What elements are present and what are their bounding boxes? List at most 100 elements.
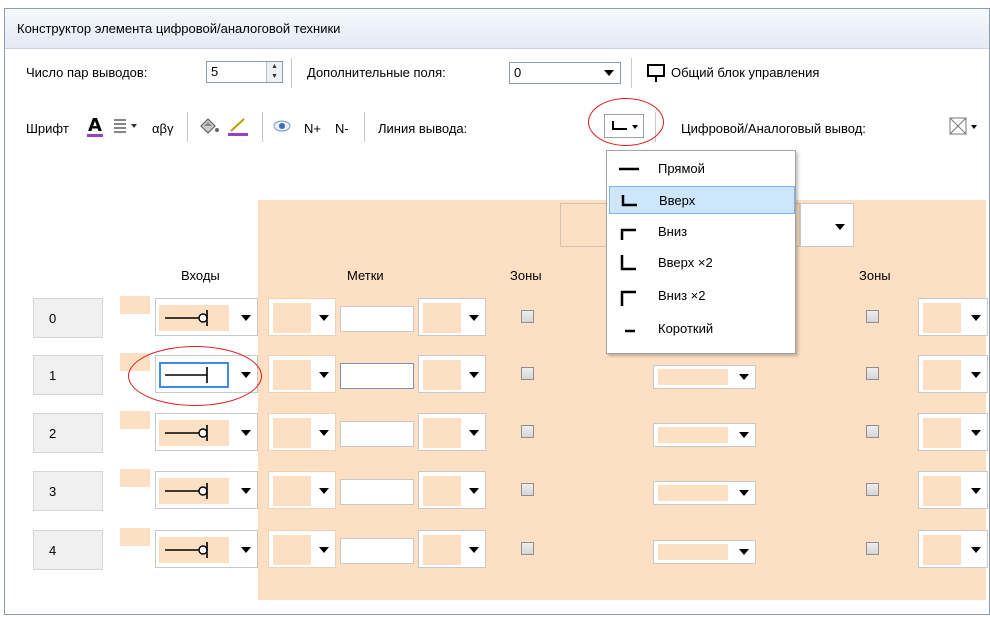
common-block-icon[interactable] — [645, 62, 667, 84]
menu-item-straight[interactable]: Прямой — [609, 155, 795, 183]
menu-item-up[interactable]: Вверх — [609, 186, 795, 214]
pin-pairs-label: Число пар выводов: — [26, 65, 148, 80]
input-pin-combo[interactable] — [155, 355, 258, 393]
label-style-combo[interactable] — [418, 355, 486, 393]
chevron-down-icon — [739, 374, 749, 380]
zone-checkbox-left[interactable] — [521, 367, 534, 380]
chevron-down-icon — [469, 315, 479, 321]
line-color-icon[interactable] — [226, 115, 252, 137]
row-number-text: 0 — [49, 311, 57, 326]
spin-up-icon[interactable]: ▲ — [267, 62, 282, 72]
pin-line-dropdown[interactable] — [604, 114, 644, 138]
common-block-label[interactable]: Общий блок управления — [671, 65, 819, 80]
pin-type-swatch — [273, 303, 311, 333]
zone-checkbox-left[interactable] — [521, 483, 534, 496]
pin-type-swatch — [273, 360, 311, 390]
row-number: 2 — [33, 413, 103, 453]
eye-icon[interactable] — [272, 116, 292, 136]
chevron-down-icon — [971, 372, 981, 378]
output-pin-combo[interactable] — [653, 365, 756, 389]
pin-label-input[interactable] — [340, 538, 414, 564]
zone-checkbox-right[interactable] — [866, 483, 879, 496]
output-pin-swatch — [658, 544, 728, 560]
label-style-combo[interactable] — [418, 471, 486, 509]
output-type-combo[interactable] — [918, 530, 988, 568]
spin-down-icon[interactable]: ▼ — [267, 72, 282, 82]
chevron-down-icon — [241, 547, 251, 553]
menu-item-down[interactable]: Вниз — [609, 218, 795, 246]
output-type-combo[interactable] — [918, 413, 988, 451]
pin-label-input[interactable] — [340, 306, 414, 332]
add-pin-button[interactable]: N+ — [304, 121, 321, 136]
pin-pairs-value: 5 — [211, 64, 219, 79]
pin-color-swatch[interactable] — [120, 296, 150, 314]
output-type-combo[interactable] — [918, 355, 988, 393]
separator — [262, 112, 263, 142]
output-type-combo[interactable] — [918, 298, 988, 336]
output-type-swatch — [923, 535, 961, 565]
menu-item-label: Прямой — [658, 161, 705, 176]
pin-color-swatch[interactable] — [120, 411, 150, 429]
spin-buttons[interactable]: ▲ ▼ — [266, 62, 282, 82]
separator — [187, 112, 188, 142]
output-pin-combo[interactable] — [653, 540, 756, 564]
output-pin-combo[interactable] — [653, 423, 756, 447]
label-style-combo[interactable] — [418, 413, 486, 451]
zone-checkbox-right[interactable] — [866, 425, 879, 438]
pin-symbol — [159, 537, 229, 563]
pin-pairs-spinner[interactable]: 5 ▲ ▼ — [206, 61, 283, 83]
menu-item-short[interactable]: Короткий — [609, 315, 795, 343]
pin-label-input[interactable] — [340, 363, 414, 389]
input-pin-combo[interactable] — [155, 471, 258, 509]
zone-checkbox-right[interactable] — [866, 542, 879, 555]
pin-type-combo[interactable] — [268, 471, 336, 509]
pin-type-combo[interactable] — [268, 355, 336, 393]
title-bar: Конструктор элемента цифровой/аналоговой… — [5, 9, 989, 49]
pin-type-combo[interactable] — [268, 298, 336, 336]
menu-item-up-x2[interactable]: Вверх ×2 — [609, 249, 795, 277]
pin-color-swatch[interactable] — [120, 353, 150, 371]
zone-checkbox-right[interactable] — [866, 310, 879, 323]
separator — [291, 58, 292, 88]
pin-label-input[interactable] — [340, 421, 414, 447]
remove-pin-button[interactable]: N- — [335, 121, 349, 136]
zone-checkbox-left[interactable] — [521, 425, 534, 438]
menu-item-label: Вверх ×2 — [658, 255, 713, 270]
input-pin-combo[interactable] — [155, 413, 258, 451]
pin-color-swatch[interactable] — [120, 528, 150, 546]
label-style-swatch — [423, 418, 461, 448]
pin-color-swatch[interactable] — [120, 469, 150, 487]
extra-fields-combo[interactable]: 0 — [509, 62, 621, 84]
pin-label-input[interactable] — [340, 479, 414, 505]
chevron-down-icon — [241, 372, 251, 378]
output-type-combo[interactable] — [918, 471, 988, 509]
input-pin-combo[interactable] — [155, 530, 258, 568]
digital-analog-dropdown[interactable] — [948, 116, 982, 138]
label-style-swatch — [423, 303, 461, 333]
output-pin-combo[interactable] — [653, 481, 756, 505]
chevron-down-icon — [739, 549, 749, 555]
window-title: Конструктор элемента цифровой/аналоговой… — [17, 21, 341, 36]
toolbar-format: Шрифт A αβγ N+ N- Линия вывода: Цифровой… — [4, 106, 990, 144]
label-style-combo[interactable] — [418, 298, 486, 336]
label-style-combo[interactable] — [418, 530, 486, 568]
input-pin-combo[interactable] — [155, 298, 258, 336]
fill-bucket-icon[interactable] — [197, 115, 221, 137]
chevron-down-icon — [971, 547, 981, 553]
menu-item-down-x2[interactable]: Вниз ×2 — [609, 282, 795, 310]
chevron-down-icon — [739, 490, 749, 496]
header-top-combo[interactable] — [800, 203, 854, 247]
row-number: 4 — [33, 530, 103, 570]
pin-type-combo[interactable] — [268, 530, 336, 568]
zone-checkbox-left[interactable] — [521, 310, 534, 323]
chevron-down-icon — [469, 488, 479, 494]
zone-checkbox-right[interactable] — [866, 367, 879, 380]
align-icon[interactable] — [113, 116, 143, 134]
chevron-down-icon — [971, 430, 981, 436]
greek-symbols-button[interactable]: αβγ — [152, 121, 174, 136]
pin-type-combo[interactable] — [268, 413, 336, 451]
chevron-down-icon — [469, 372, 479, 378]
zone-checkbox-left[interactable] — [521, 542, 534, 555]
font-label[interactable]: Шрифт — [26, 121, 69, 136]
font-color-icon[interactable]: A — [85, 114, 105, 138]
